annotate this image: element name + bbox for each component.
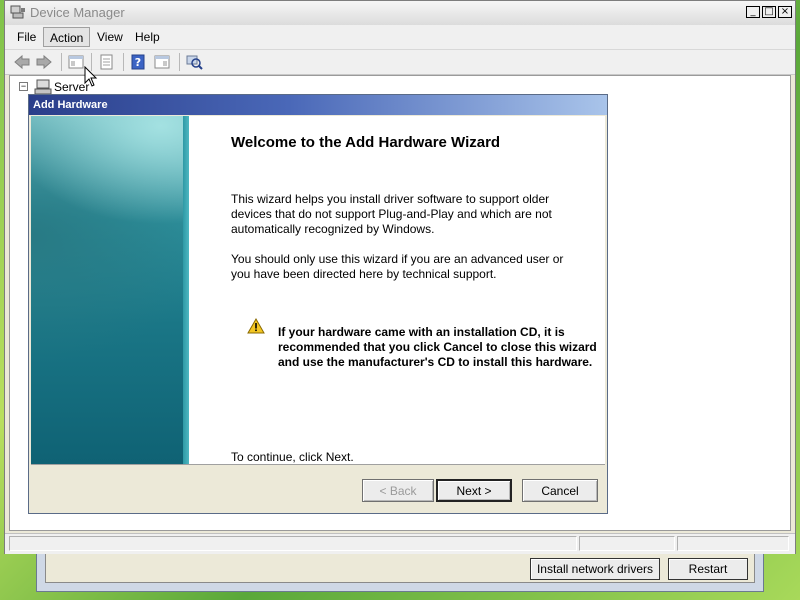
toolbar-separator — [61, 53, 62, 71]
toolbar: ? — [5, 49, 795, 75]
wizard-paragraph-advanced: You should only use this wizard if you a… — [231, 252, 564, 281]
menu-file[interactable]: File — [11, 27, 42, 47]
status-bar — [5, 533, 795, 554]
wizard-heading: Welcome to the Add Hardware Wizard — [231, 134, 501, 151]
help-icon[interactable]: ? — [129, 53, 147, 71]
toolbar-separator — [123, 53, 124, 71]
background-window: Install network drivers Restart — [36, 548, 764, 592]
forward-icon[interactable] — [35, 53, 53, 71]
wizard-continue-text: To continue, click Next. — [231, 450, 354, 464]
background-window-body: Install network drivers Restart — [45, 553, 755, 583]
menu-bar: File Action View Help — [5, 25, 795, 49]
minimize-button[interactable]: _ — [746, 6, 760, 18]
cancel-button[interactable]: Cancel — [522, 479, 598, 502]
wizard-button-bar: < Back Next > Cancel — [31, 464, 605, 513]
svg-text:?: ? — [135, 56, 141, 69]
menu-help[interactable]: Help — [129, 27, 166, 47]
install-network-drivers-button[interactable]: Install network drivers — [530, 558, 660, 580]
computer-icon — [34, 79, 52, 95]
status-pane — [579, 536, 675, 551]
title-bar[interactable]: Device Manager _ □ × — [5, 1, 795, 26]
properties-icon[interactable] — [97, 53, 115, 71]
scan-hardware-icon[interactable] — [185, 53, 203, 71]
action-pane-icon[interactable] — [153, 53, 171, 71]
menu-action[interactable]: Action — [43, 27, 91, 47]
close-button[interactable]: × — [778, 6, 792, 18]
warning-icon — [247, 318, 265, 334]
console-tree-icon[interactable] — [67, 53, 85, 71]
menu-view[interactable]: View — [91, 27, 129, 47]
tree-expander[interactable]: − — [19, 82, 28, 91]
back-button[interactable]: < Back — [362, 479, 434, 502]
wizard-title-bar[interactable]: Add Hardware — [29, 95, 607, 115]
device-manager-icon — [10, 5, 25, 19]
back-icon[interactable] — [13, 53, 31, 71]
status-pane — [677, 536, 789, 551]
toolbar-separator — [179, 53, 180, 71]
next-button[interactable]: Next > — [436, 479, 512, 502]
maximize-button[interactable]: □ — [762, 6, 776, 18]
wizard-side-banner — [31, 116, 189, 464]
wizard-warning-text: If your hardware came with an installati… — [278, 325, 597, 369]
add-hardware-wizard: Add Hardware Welcome to the Add Hardware… — [28, 94, 608, 514]
mouse-pointer-icon — [84, 66, 98, 87]
status-pane — [9, 536, 577, 551]
window-title: Device Manager — [30, 5, 125, 20]
restart-button[interactable]: Restart — [668, 558, 748, 580]
wizard-paragraph-intro: This wizard helps you install driver sof… — [231, 192, 552, 236]
wizard-content: Welcome to the Add Hardware Wizard This … — [189, 116, 605, 464]
